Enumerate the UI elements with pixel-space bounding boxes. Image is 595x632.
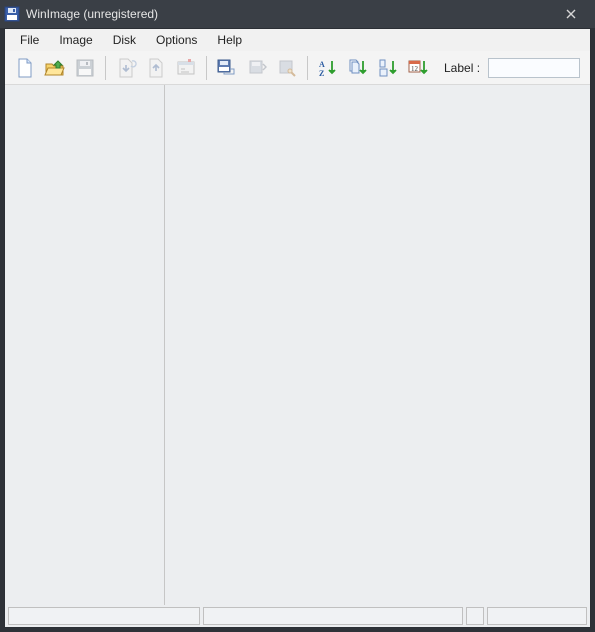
sort-type-icon — [347, 57, 369, 79]
menu-image[interactable]: Image — [50, 30, 101, 50]
toolbar-separator — [307, 56, 308, 80]
sort-size-icon — [377, 57, 399, 79]
disk-write-icon — [246, 57, 268, 79]
open-button[interactable] — [41, 54, 69, 82]
sort-size-button[interactable] — [374, 54, 402, 82]
status-cell-2 — [203, 607, 463, 625]
menu-file[interactable]: File — [11, 30, 48, 50]
toolbar-separator — [206, 56, 207, 80]
work-area — [5, 85, 590, 605]
sort-date-button[interactable]: 12 — [404, 54, 432, 82]
sort-date-icon: 12 — [407, 57, 429, 79]
new-file-icon — [14, 57, 36, 79]
save-floppy-icon — [74, 57, 96, 79]
toolbar-separator — [105, 56, 106, 80]
menu-options[interactable]: Options — [147, 30, 206, 50]
write-disk-button[interactable] — [243, 54, 271, 82]
extract-button[interactable] — [142, 54, 170, 82]
label-caption: Label : — [444, 61, 480, 75]
status-cell-4 — [487, 607, 587, 625]
menubar: File Image Disk Options Help — [5, 29, 590, 51]
toolbar: A Z — [5, 51, 590, 85]
sort-name-icon: A Z — [317, 57, 339, 79]
app-icon — [4, 6, 20, 22]
svg-text:12: 12 — [411, 65, 419, 73]
window-close-button[interactable] — [551, 0, 591, 28]
save-button[interactable] — [71, 54, 99, 82]
menu-disk[interactable]: Disk — [104, 30, 145, 50]
inject-button[interactable] — [112, 54, 140, 82]
disk-format-icon — [276, 57, 298, 79]
new-button[interactable] — [11, 54, 39, 82]
window-title: WinImage (unregistered) — [26, 7, 158, 21]
titlebar: WinImage (unregistered) — [0, 0, 595, 28]
close-icon — [566, 9, 576, 19]
statusbar — [5, 605, 590, 627]
label-input[interactable] — [488, 58, 580, 78]
menu-help[interactable]: Help — [208, 30, 251, 50]
svg-text:Z: Z — [319, 69, 324, 78]
properties-button[interactable] — [172, 54, 200, 82]
extract-icon — [145, 57, 167, 79]
inject-icon — [115, 57, 137, 79]
sort-name-button[interactable]: A Z — [314, 54, 342, 82]
status-cell-3 — [466, 607, 484, 625]
status-cell-1 — [8, 607, 200, 625]
read-disk-button[interactable] — [213, 54, 241, 82]
sort-type-button[interactable] — [344, 54, 372, 82]
app-window: WinImage (unregistered) File Image Disk … — [0, 0, 595, 632]
open-folder-icon — [44, 57, 66, 79]
tree-pane[interactable] — [5, 85, 165, 605]
disk-read-icon — [216, 57, 238, 79]
list-pane[interactable] — [165, 85, 590, 605]
properties-icon — [175, 57, 197, 79]
format-disk-button[interactable] — [273, 54, 301, 82]
window-client: File Image Disk Options Help — [4, 28, 591, 628]
svg-text:A: A — [319, 60, 325, 69]
